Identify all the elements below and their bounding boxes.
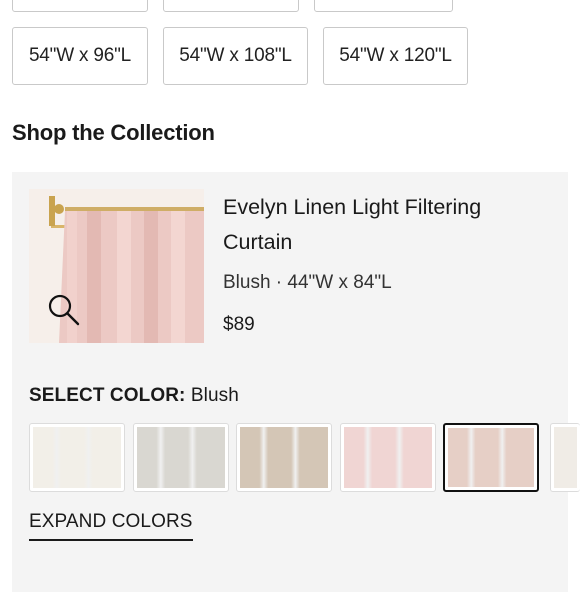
size-option-top-3[interactable] — [314, 0, 453, 12]
product-name[interactable]: Evelyn Linen Light Filtering Curtain — [223, 190, 543, 260]
selected-color-name: Blush — [190, 385, 239, 406]
color-swatch[interactable] — [132, 423, 229, 492]
size-option-label: 54"W x 120"L — [339, 45, 452, 66]
size-option-top-2[interactable] — [163, 0, 299, 12]
size-option-54x108[interactable]: 54"W x 108"L — [163, 27, 308, 85]
search-icon[interactable] — [47, 293, 81, 332]
expand-colors-link[interactable]: EXPAND COLORS — [29, 511, 193, 541]
color-swatch[interactable] — [236, 423, 332, 492]
size-option-54x96[interactable]: 54"W x 96"L — [12, 27, 148, 85]
color-swatch[interactable] — [339, 423, 436, 492]
color-swatch-fill — [33, 427, 121, 488]
select-color-label: SELECT COLOR: Blush — [29, 385, 239, 407]
select-color-heading: SELECT COLOR: — [29, 385, 186, 406]
size-option-label: 54"W x 96"L — [28, 45, 132, 66]
color-swatch-fill — [136, 427, 225, 488]
section-title: Shop the Collection — [12, 120, 215, 145]
product-price: $89 — [223, 314, 255, 335]
color-swatch[interactable] — [443, 423, 539, 492]
product-meta: Blush · 44"W x 84"L — [223, 272, 392, 293]
collection-panel: Evelyn Linen Light Filtering Curtain Blu… — [12, 172, 580, 592]
size-option-label: 54"W x 108"L — [179, 45, 292, 66]
color-swatch-partial[interactable] — [550, 423, 580, 492]
size-option-top-1[interactable] — [12, 0, 148, 12]
color-swatch-fill — [240, 427, 328, 488]
size-option-54x120[interactable]: 54"W x 120"L — [323, 27, 468, 85]
color-swatch-fill — [343, 427, 432, 488]
color-swatch[interactable] — [29, 423, 125, 492]
product-image[interactable] — [29, 189, 204, 343]
color-swatch-fill — [448, 428, 534, 487]
